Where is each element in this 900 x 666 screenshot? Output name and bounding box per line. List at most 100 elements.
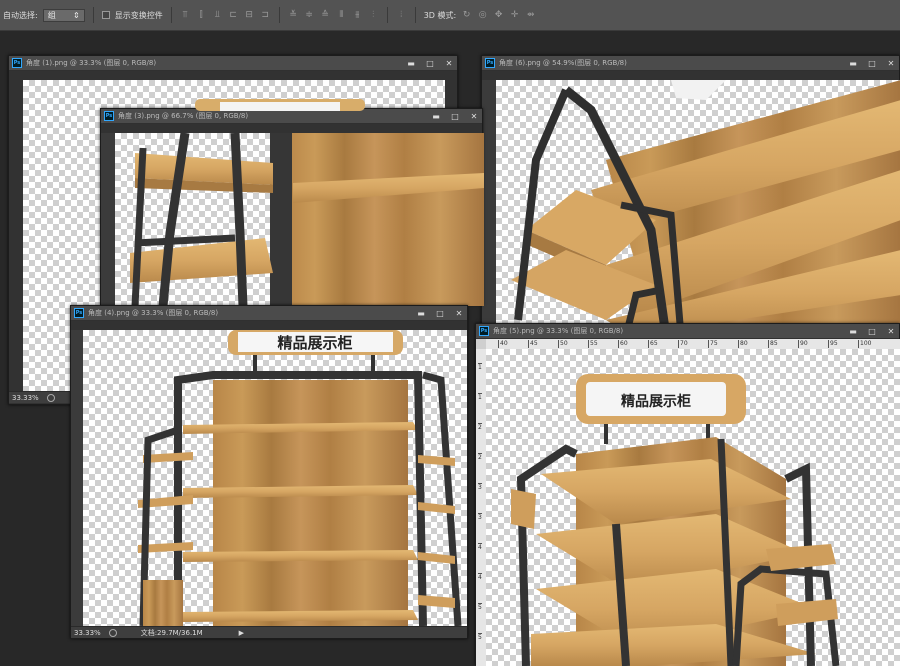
photoshop-icon: Ps: [104, 111, 114, 121]
doc-window-3[interactable]: Ps 角度 (3).png @ 66.7% (图层 0, RGB/8) ▬ □ ✕: [100, 108, 484, 306]
maximize-icon[interactable]: □: [867, 327, 877, 336]
distribute-left-icon[interactable]: ⫴: [336, 10, 347, 20]
zoom-level[interactable]: 33.33%: [74, 629, 101, 637]
align-right-icon[interactable]: ⊐: [260, 10, 271, 20]
align-top-icon[interactable]: ⫪: [180, 10, 191, 20]
close-icon[interactable]: ✕: [444, 59, 454, 68]
separator: [92, 7, 94, 23]
doc-window-6[interactable]: Ps 角度 (6).png @ 54.9%(图层 0, RGB/8) ▬ □ ✕: [481, 55, 900, 336]
distribute-bottom-icon[interactable]: ≙: [320, 10, 331, 20]
status-bar: 33.33% 文档:29.7M/36.1M ▶: [71, 626, 467, 638]
sign-text: 精品展示柜: [277, 334, 352, 352]
canvas[interactable]: 精品展示柜: [486, 349, 900, 666]
distribute-right-icon[interactable]: ⫶: [368, 10, 379, 20]
ruler-tick-label: 5: [478, 603, 482, 611]
shelf-side-image: [130, 133, 484, 306]
horizontal-ruler[interactable]: 40 45 50 55 60 65 70 75 80 85 90 95 100: [486, 339, 900, 349]
align-left-icon[interactable]: ⊏: [228, 10, 239, 20]
minimize-icon[interactable]: ▬: [848, 327, 858, 336]
minimize-icon[interactable]: ▬: [416, 309, 426, 318]
vertical-scrollbar[interactable]: [71, 330, 83, 626]
roll-3d-icon[interactable]: ◎: [477, 10, 488, 20]
align-vcenter-icon[interactable]: ⫿: [196, 10, 207, 20]
shelf-closeup-image: [511, 80, 900, 336]
ruler-tick-label: 1: [478, 393, 482, 401]
maximize-icon[interactable]: □: [450, 112, 460, 121]
auto-select-dropdown[interactable]: 组 ⇕: [42, 8, 85, 22]
canvas[interactable]: 精品展示柜: [83, 330, 467, 626]
ruler-tick-label: 4: [478, 543, 482, 551]
maximize-icon[interactable]: □: [867, 59, 877, 68]
title-bar[interactable]: Ps 角度 (1).png @ 33.3% (图层 0, RGB/8) ▬ □ ✕: [9, 56, 457, 71]
distribute-top-icon[interactable]: ≚: [288, 10, 299, 20]
maximize-icon[interactable]: □: [425, 59, 435, 68]
doc-window-4[interactable]: Ps 角度 (4).png @ 33.3% (图层 0, RGB/8) ▬ □ ✕ …: [70, 305, 468, 639]
ruler-tick-label: 70: [678, 340, 688, 348]
vertical-ruler[interactable]: 1 1 2 2 3 3 4 4 5 5: [476, 349, 486, 666]
ruler-tick-label: 2: [478, 423, 482, 431]
distribute-hcenter-icon[interactable]: ⫵: [352, 10, 363, 20]
close-icon[interactable]: ✕: [469, 112, 479, 121]
distribute-vcenter-icon[interactable]: ≑: [304, 10, 315, 20]
separator: [386, 7, 388, 23]
minimize-icon[interactable]: ▬: [406, 59, 416, 68]
scale-3d-icon[interactable]: ⇴: [525, 10, 536, 20]
ruler-tick-label: 2: [478, 453, 482, 461]
show-transform-checkbox[interactable]: [101, 11, 110, 19]
minimize-icon[interactable]: ▬: [848, 59, 858, 68]
ruler-tick-label: 90: [798, 340, 808, 348]
close-icon[interactable]: ✕: [454, 309, 464, 318]
vertical-scrollbar[interactable]: [101, 133, 115, 306]
status-menu-icon[interactable]: [108, 628, 117, 637]
canvas[interactable]: [115, 133, 484, 306]
show-transform-label: 显示变换控件: [114, 10, 163, 20]
ruler-tick-label: 3: [478, 513, 482, 521]
title-bar[interactable]: Ps 角度 (4).png @ 33.3% (图层 0, RGB/8) ▬ □ ✕: [71, 306, 467, 321]
maximize-icon[interactable]: □: [435, 309, 445, 318]
ruler-origin[interactable]: [476, 339, 486, 349]
doc-title: 角度 (6).png @ 54.9%(图层 0, RGB/8): [499, 59, 627, 67]
minimize-icon[interactable]: ▬: [431, 112, 441, 121]
title-bar[interactable]: Ps 角度 (6).png @ 54.9%(图层 0, RGB/8) ▬ □ ✕: [482, 56, 899, 71]
sign-box-peek: [195, 99, 365, 111]
doc-title: 角度 (5).png @ 33.3% (图层 0, RGB/8): [493, 327, 624, 335]
slide-3d-icon[interactable]: ✛: [509, 10, 520, 20]
auto-select-value: 组: [47, 10, 56, 20]
photoshop-icon: Ps: [74, 308, 84, 318]
ruler-tick-label: 3: [478, 483, 482, 491]
sign-text: 精品展示柜: [621, 393, 691, 410]
status-menu-icon[interactable]: [46, 393, 55, 402]
separator: [170, 7, 172, 23]
shelf-angle-image: 精品展示柜: [511, 374, 840, 666]
photoshop-icon: Ps: [479, 326, 489, 336]
ruler-tick-label: 85: [768, 340, 778, 348]
separator: [278, 7, 280, 23]
play-arrow-icon[interactable]: ▶: [239, 629, 244, 637]
title-bar[interactable]: Ps 角度 (3).png @ 66.7% (图层 0, RGB/8) ▬ □ ✕: [101, 109, 482, 124]
drag-3d-icon[interactable]: ✥: [493, 10, 504, 20]
ruler-tick-label: 45: [528, 340, 538, 348]
ruler-tick-label: 80: [738, 340, 748, 348]
auto-align-icon[interactable]: ⦙: [396, 10, 407, 20]
ruler-tick-label: 55: [588, 340, 598, 348]
mode-3d-label: 3D 模式:: [423, 10, 457, 20]
auto-select-label: 自动选择:: [3, 10, 38, 20]
zoom-level[interactable]: 33.33%: [12, 394, 39, 402]
close-icon[interactable]: ✕: [886, 59, 896, 68]
ruler-tick-label: 95: [828, 340, 838, 348]
align-bottom-icon[interactable]: ⫫: [212, 10, 223, 20]
close-icon[interactable]: ✕: [886, 327, 896, 336]
doc-size: 文档:29.7M/36.1M: [140, 628, 203, 637]
rotate-3d-icon[interactable]: ↻: [461, 10, 472, 20]
title-bar[interactable]: Ps 角度 (5).png @ 33.3% (图层 0, RGB/8) ▬ □ ✕: [476, 324, 899, 339]
doc-window-5[interactable]: Ps 角度 (5).png @ 33.3% (图层 0, RGB/8) ▬ □ ✕ …: [475, 323, 900, 666]
ruler-tick-label: 1: [478, 363, 482, 371]
doc-title: 角度 (1).png @ 33.3% (图层 0, RGB/8): [26, 59, 157, 67]
photoshop-icon: Ps: [485, 58, 495, 68]
vertical-scrollbar[interactable]: [482, 80, 496, 336]
photoshop-icon: Ps: [12, 58, 22, 68]
align-hcenter-icon[interactable]: ⊟: [244, 10, 255, 20]
ruler-tick-label: 75: [708, 340, 718, 348]
canvas[interactable]: [496, 80, 900, 336]
doc-title: 角度 (3).png @ 66.7% (图层 0, RGB/8): [118, 112, 249, 120]
